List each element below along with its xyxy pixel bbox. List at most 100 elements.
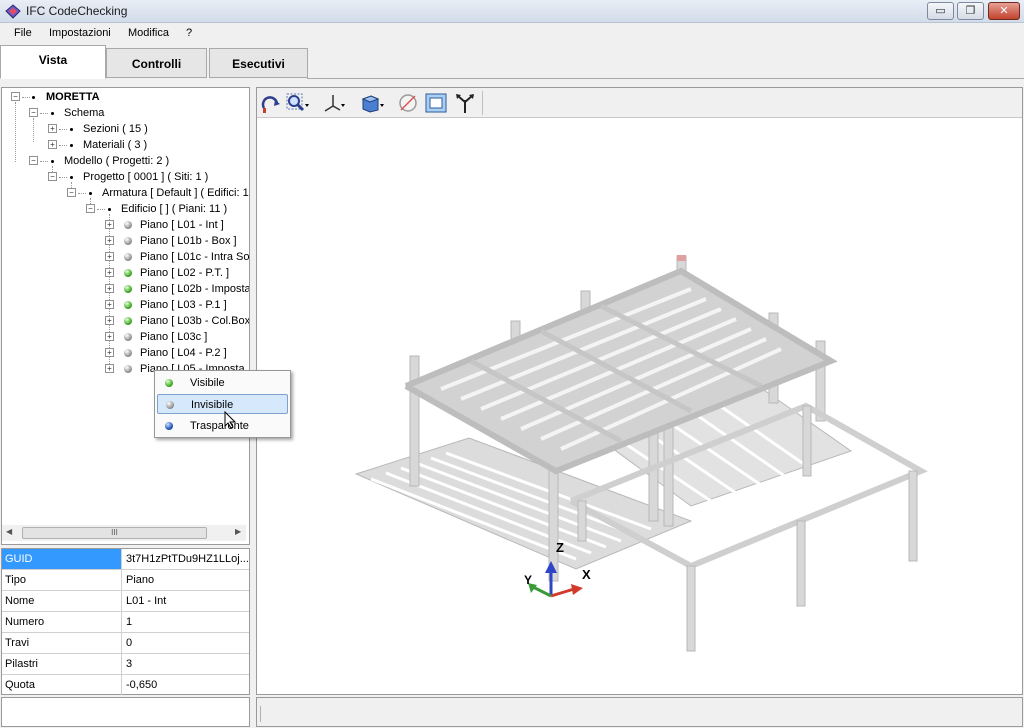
tree-label: MORETTA [46,91,100,103]
tree-label: Piano [ L02b - Imposta [140,283,250,295]
tree-label: Armatura [ Default ] ( Edifici: 1 [102,187,249,199]
tree-node-piano[interactable]: + Piano [ L03b - Col.Box [2,313,249,329]
property-key: Numero [2,612,122,632]
tree-node-armatura[interactable]: − Armatura [ Default ] ( Edifici: 1 [2,185,249,201]
property-value: 0 [126,637,133,649]
tree-node-modello[interactable]: − Modello ( Progetti: 2 ) [2,153,249,169]
property-value: 3 [126,658,133,670]
tab-vista[interactable]: Vista [0,45,106,79]
menu-item-visibile[interactable]: Visibile [157,373,288,393]
tab-controlli[interactable]: Controlli [106,48,207,78]
model-tree[interactable]: − MORETTA − Schema + Sezioni ( 15 ) + Ma… [1,87,250,545]
tree-node-piano[interactable]: + Piano [ L03c ] [2,329,249,345]
tab-esecutivi[interactable]: Esecutivi [209,48,308,78]
axis-x-label: X [582,567,591,582]
section-plane-icon[interactable] [396,92,420,114]
property-row-quota[interactable]: Quota -0,650 [2,675,249,696]
property-row-travi[interactable]: Travi 0 [2,633,249,654]
close-button[interactable]: ✕ [988,2,1020,20]
visibility-green-icon [124,301,132,309]
visibility-gray-icon [124,221,132,229]
tree-node-edificio[interactable]: − Edificio [ ] ( Piani: 11 ) [2,201,249,217]
menu-file[interactable]: File [14,27,32,39]
tree-label: Piano [ L03 - P.1 ] [140,299,227,311]
left-status-area [1,697,250,727]
visibility-context-menu: Visibile Invisibile Trasparente [154,370,291,438]
tree-label: Piano [ L02 - P.T. ] [140,267,230,279]
tree-label: Sezioni ( 15 ) [83,123,148,135]
property-row-tipo[interactable]: Tipo Piano [2,570,249,591]
tree-label: Piano [ L01c - Intra So [140,251,250,263]
property-key: Quota [2,675,122,695]
tree-label: Materiali ( 3 ) [83,139,148,151]
property-row-guid[interactable]: GUID 3t7H1zPtTDu9HZ1LLoj... [2,549,249,570]
menu-bar: File Impostazioni Modifica ? [0,23,1024,44]
menu-impostazioni[interactable]: Impostazioni [49,27,111,39]
property-row-pilastri[interactable]: Pilastri 3 [2,654,249,675]
rotate-icon[interactable] [259,92,283,114]
window-title: IFC CodeChecking [26,4,128,18]
scroll-right-icon[interactable]: ▶ [235,527,241,536]
tree-label: Modello ( Progetti: 2 ) [64,155,170,167]
property-row-nome[interactable]: Nome L01 - Int [2,591,249,612]
property-row-numero[interactable]: Numero 1 [2,612,249,633]
visibility-gray-icon [124,237,132,245]
tree-node-piano[interactable]: + Piano [ L02 - P.T. ] [2,265,249,281]
property-value: 1 [126,616,133,628]
fit-view-icon[interactable] [424,92,448,114]
tree-label: Progetto [ 0001 ] ( Siti: 1 ) [83,171,209,183]
viewer-toolbar [257,88,1022,118]
tree-node-piano[interactable]: + Piano [ L02b - Imposta [2,281,249,297]
tab-divider [307,78,1024,79]
views-icon[interactable] [360,92,384,114]
tree-label: Piano [ L01 - Int ] [140,219,224,231]
zoom-icon[interactable] [285,92,309,114]
transparent-icon [165,422,173,430]
property-key: Tipo [2,570,122,590]
title-bar: IFC CodeChecking ▭ ❐ ✕ [0,0,1024,23]
tree-node-piano[interactable]: + Piano [ L01b - Box ] [2,233,249,249]
visibility-gray-icon [124,333,132,341]
split-arrows-icon[interactable] [453,92,477,114]
minimize-button[interactable]: ▭ [927,2,954,20]
tree-node-piano[interactable]: + Piano [ L03 - P.1 ] [2,297,249,313]
tree-node-schema[interactable]: − Schema [2,105,249,121]
menu-item-invisibile[interactable]: Invisibile [157,394,288,414]
visibility-green-icon [124,269,132,277]
app-logo-icon [5,4,21,19]
tree-label: Edificio [ ] ( Piani: 11 ) [121,203,228,215]
tree-node-moretta[interactable]: − MORETTA [2,89,249,105]
tree-node-piano[interactable]: + Piano [ L01c - Intra So [2,249,249,265]
tree-node-piano[interactable]: + Piano [ L04 - P.2 ] [2,345,249,361]
property-key: Pilastri [2,654,122,674]
status-bar [256,697,1023,727]
tree-horizontal-scrollbar[interactable]: ◀ III ▶ [2,525,246,541]
scroll-left-icon[interactable]: ◀ [6,527,12,536]
visibility-green-icon [124,285,132,293]
scroll-thumb[interactable]: III [22,527,207,539]
toolbar-separator [482,91,483,115]
tree-node-materiali[interactable]: + Materiali ( 3 ) [2,137,249,153]
close-icon: ✕ [999,5,1009,17]
property-value: 3t7H1zPtTDu9HZ1LLoj... [126,553,249,565]
invisible-icon [166,401,174,409]
axes-icon[interactable] [321,92,345,114]
property-key: Nome [2,591,122,611]
menu-help[interactable]: ? [186,27,192,39]
property-value: Piano [126,574,155,586]
3d-viewport[interactable]: Z Y X [256,87,1023,695]
tree-node-sezioni[interactable]: + Sezioni ( 15 ) [2,121,249,137]
menu-modifica[interactable]: Modifica [128,27,169,39]
restore-icon: ❐ [965,5,976,17]
property-value: -0,650 [126,679,158,691]
menu-item-trasparente[interactable]: Trasparente [157,416,288,436]
axis-z-label: Z [556,540,564,555]
tree-node-piano[interactable]: + Piano [ L01 - Int ] [2,217,249,233]
property-key: GUID [2,549,122,569]
tree-node-progetto[interactable]: − Progetto [ 0001 ] ( Siti: 1 ) [2,169,249,185]
menu-item-label: Visibile [190,377,225,389]
tree-label: Piano [ L04 - P.2 ] [140,347,227,359]
restore-button[interactable]: ❐ [957,2,984,20]
status-separator [260,706,261,722]
visibility-gray-icon [124,253,132,261]
